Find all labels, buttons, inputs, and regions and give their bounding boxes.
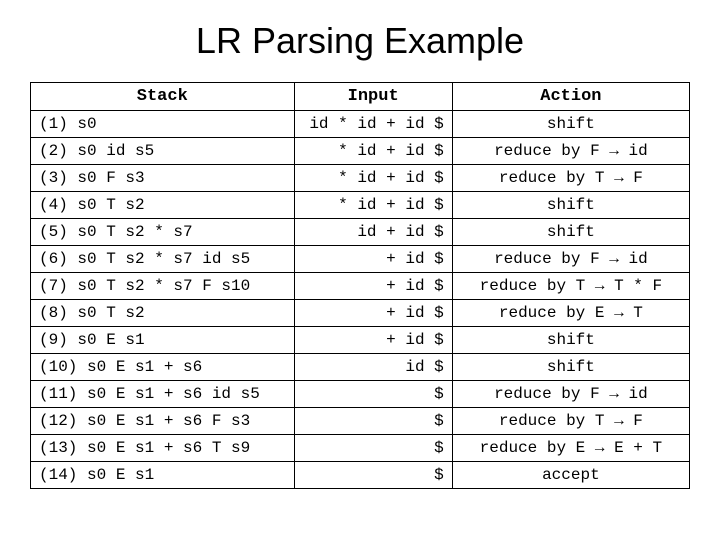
table-row: (9) s0 E s1+ id $shift	[31, 327, 690, 354]
cell-action: shift	[452, 111, 689, 138]
cell-stack: (9) s0 E s1	[31, 327, 295, 354]
table-row: (2) s0 id s5* id + id $reduce by F → id	[31, 138, 690, 165]
table-row: (7) s0 T s2 * s7 F s10+ id $reduce by T …	[31, 273, 690, 300]
cell-input: id $	[294, 354, 452, 381]
slide: LR Parsing Example Stack Input Action (1…	[0, 0, 720, 540]
cell-input: id * id + id $	[294, 111, 452, 138]
col-header-action: Action	[452, 83, 689, 111]
table-row: (3) s0 F s3* id + id $reduce by T → F	[31, 165, 690, 192]
table-row: (13) s0 E s1 + s6 T s9$reduce by E → E +…	[31, 435, 690, 462]
cell-action: reduce by F → id	[452, 138, 689, 165]
table-row: (8) s0 T s2+ id $reduce by E → T	[31, 300, 690, 327]
cell-input: * id + id $	[294, 165, 452, 192]
cell-input: * id + id $	[294, 138, 452, 165]
cell-action: shift	[452, 354, 689, 381]
cell-stack: (10) s0 E s1 + s6	[31, 354, 295, 381]
table-header-row: Stack Input Action	[31, 83, 690, 111]
cell-stack: (1) s0	[31, 111, 295, 138]
col-header-input: Input	[294, 83, 452, 111]
cell-input: * id + id $	[294, 192, 452, 219]
cell-action: reduce by T → T * F	[452, 273, 689, 300]
cell-action: reduce by E → E + T	[452, 435, 689, 462]
table-row: (6) s0 T s2 * s7 id s5+ id $reduce by F …	[31, 246, 690, 273]
cell-stack: (11) s0 E s1 + s6 id s5	[31, 381, 295, 408]
cell-action: shift	[452, 327, 689, 354]
table-row: (4) s0 T s2* id + id $shift	[31, 192, 690, 219]
table-row: (12) s0 E s1 + s6 F s3$reduce by T → F	[31, 408, 690, 435]
cell-input: $	[294, 408, 452, 435]
col-header-stack: Stack	[31, 83, 295, 111]
table-row: (14) s0 E s1$accept	[31, 462, 690, 489]
cell-stack: (12) s0 E s1 + s6 F s3	[31, 408, 295, 435]
cell-action: reduce by F → id	[452, 381, 689, 408]
cell-stack: (5) s0 T s2 * s7	[31, 219, 295, 246]
cell-action: accept	[452, 462, 689, 489]
cell-input: $	[294, 381, 452, 408]
cell-input: + id $	[294, 327, 452, 354]
cell-action: reduce by T → F	[452, 165, 689, 192]
cell-stack: (14) s0 E s1	[31, 462, 295, 489]
cell-input: $	[294, 462, 452, 489]
table-row: (11) s0 E s1 + s6 id s5$reduce by F → id	[31, 381, 690, 408]
cell-stack: (2) s0 id s5	[31, 138, 295, 165]
cell-input: id + id $	[294, 219, 452, 246]
cell-input: + id $	[294, 273, 452, 300]
cell-action: reduce by F → id	[452, 246, 689, 273]
cell-input: + id $	[294, 300, 452, 327]
cell-action: shift	[452, 219, 689, 246]
parse-table: Stack Input Action (1) s0id * id + id $s…	[30, 82, 690, 489]
cell-action: shift	[452, 192, 689, 219]
cell-action: reduce by E → T	[452, 300, 689, 327]
table-row: (5) s0 T s2 * s7id + id $shift	[31, 219, 690, 246]
cell-stack: (4) s0 T s2	[31, 192, 295, 219]
cell-stack: (13) s0 E s1 + s6 T s9	[31, 435, 295, 462]
cell-stack: (8) s0 T s2	[31, 300, 295, 327]
cell-input: $	[294, 435, 452, 462]
table-row: (1) s0id * id + id $shift	[31, 111, 690, 138]
table-row: (10) s0 E s1 + s6id $shift	[31, 354, 690, 381]
cell-input: + id $	[294, 246, 452, 273]
cell-stack: (3) s0 F s3	[31, 165, 295, 192]
cell-stack: (6) s0 T s2 * s7 id s5	[31, 246, 295, 273]
page-title: LR Parsing Example	[30, 20, 690, 62]
cell-action: reduce by T → F	[452, 408, 689, 435]
cell-stack: (7) s0 T s2 * s7 F s10	[31, 273, 295, 300]
table-body: (1) s0id * id + id $shift(2) s0 id s5* i…	[31, 111, 690, 489]
